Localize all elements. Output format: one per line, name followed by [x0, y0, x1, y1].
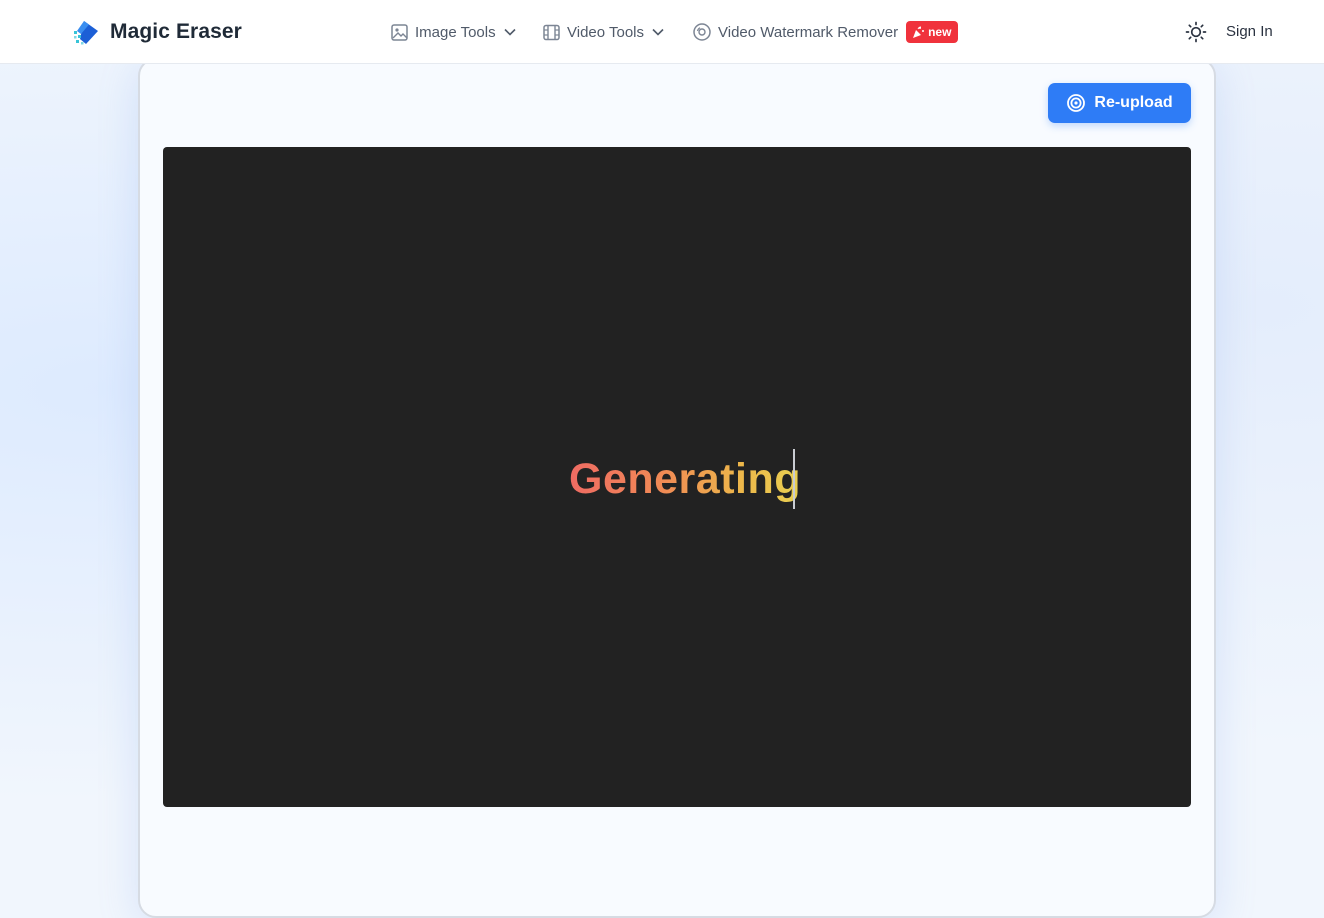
- nav-video-watermark-remover[interactable]: Video Watermark Remover new: [692, 18, 959, 46]
- chevron-down-icon: [652, 28, 664, 36]
- new-badge-label: new: [928, 25, 952, 39]
- generating-status: Generating: [163, 147, 1191, 807]
- sun-icon: [1185, 21, 1207, 43]
- party-popper-icon: [913, 26, 925, 38]
- typing-caret: [793, 449, 795, 509]
- magic-eraser-logo-icon: [74, 21, 98, 45]
- theme-toggle-button[interactable]: [1184, 20, 1208, 44]
- re-upload-button[interactable]: Re-upload: [1048, 83, 1191, 123]
- nav-video-tools-label: Video Tools: [567, 23, 645, 41]
- nav-video-watermark-remover-label: Video Watermark Remover: [718, 23, 899, 41]
- preview-canvas: Generating: [163, 147, 1191, 807]
- re-upload-label: Re-upload: [1094, 94, 1173, 111]
- nav-image-tools-label: Image Tools: [415, 23, 496, 41]
- nav-video-tools[interactable]: Video Tools: [542, 18, 666, 46]
- generating-text: Generating: [569, 449, 801, 509]
- brand-logo-link[interactable]: Magic Eraser: [72, 16, 242, 48]
- film-icon: [543, 24, 560, 40]
- nav-image-tools[interactable]: Image Tools: [390, 18, 518, 46]
- top-navbar: Magic Eraser Image Tools Video Tools Vid…: [0, 0, 1324, 64]
- brand-name: Magic Eraser: [110, 20, 242, 43]
- target-icon: [1067, 94, 1086, 112]
- sign-in-link[interactable]: Sign In: [1226, 20, 1273, 44]
- new-badge: new: [906, 21, 959, 43]
- video-disc-icon: [693, 23, 711, 41]
- chevron-down-icon: [504, 28, 516, 36]
- image-icon: [391, 23, 408, 41]
